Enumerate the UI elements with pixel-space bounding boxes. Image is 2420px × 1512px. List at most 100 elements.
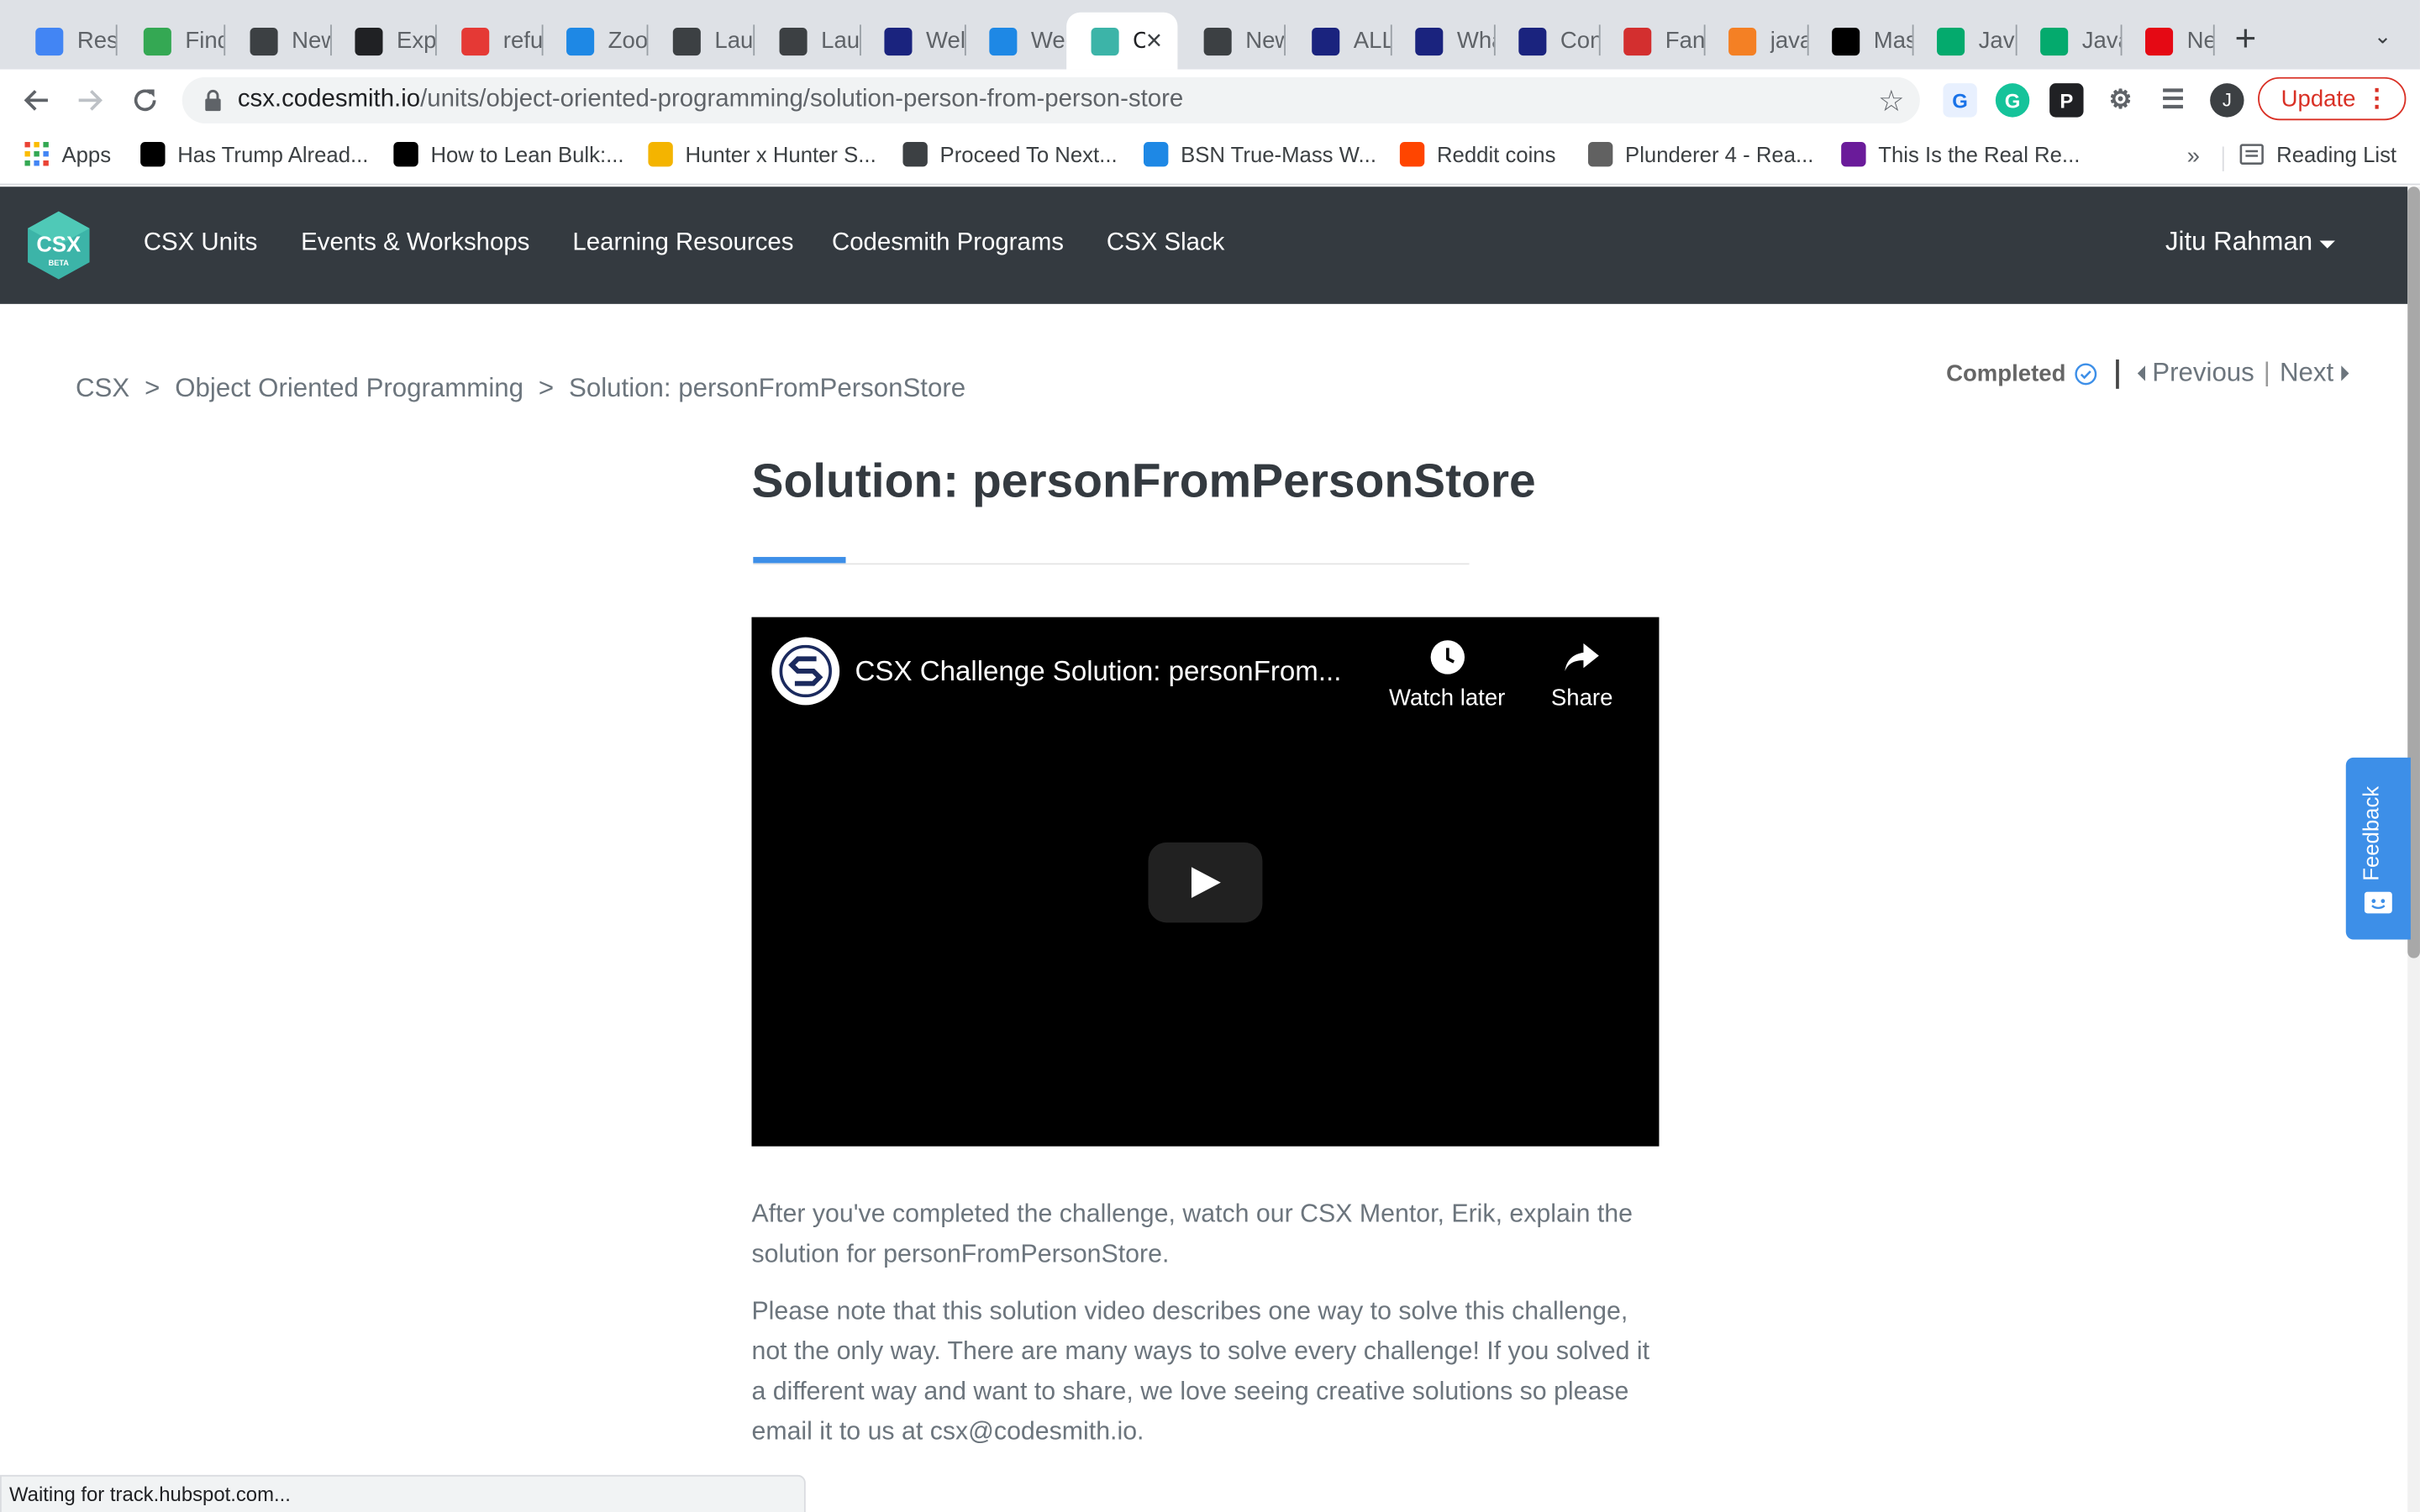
close-tab-icon[interactable]: ×	[1146, 24, 1162, 57]
chart-icon	[884, 27, 913, 55]
translate-extension-icon[interactable]: G	[1943, 83, 1977, 118]
bookmark-item[interactable]: This Is the Real Re...	[1841, 141, 2080, 167]
browser-tab[interactable]: Java	[2016, 13, 2121, 70]
menu-dots-icon: ⋮	[2364, 86, 2390, 113]
previous-button[interactable]: Previous	[2136, 358, 2254, 389]
browser-tab[interactable]: java	[1704, 13, 1807, 70]
bookmark-item[interactable]: How to Lean Bulk:...	[393, 141, 624, 167]
w3-icon	[1937, 27, 1965, 55]
bookmark-item[interactable]: Plunderer 4 - Rea...	[1587, 141, 1813, 167]
update-button[interactable]: Update ⋮	[2258, 76, 2407, 121]
browser-tab[interactable]: Laur	[648, 13, 753, 70]
extensions-puzzle-icon[interactable]: ⚙	[2103, 83, 2137, 117]
browser-tab[interactable]: Laur	[755, 13, 860, 70]
svg-text:CSX: CSX	[36, 233, 81, 256]
nav-events-workshops[interactable]: Events & Workshops	[301, 230, 529, 258]
browser-tab[interactable]: New	[1179, 13, 1284, 70]
nav-separator: |	[2263, 358, 2270, 388]
anime-icon	[1587, 141, 1613, 167]
svg-text:BETA: BETA	[49, 259, 70, 267]
chrome-icon	[250, 27, 278, 55]
caret-left-icon	[2136, 365, 2145, 381]
site-navbar: CSX BETA CSX Units Events & Workshops Le…	[0, 186, 2408, 304]
tab-label: refu	[502, 28, 542, 55]
new-tab-button[interactable]: +	[2235, 19, 2257, 60]
video-embed[interactable]: CSX Challenge Solution: personFrom... Wa…	[751, 617, 1660, 1147]
forward-button[interactable]	[68, 79, 111, 122]
back-button[interactable]	[15, 79, 58, 122]
completed-label: Completed	[1946, 360, 2066, 387]
update-label: Update	[2281, 85, 2356, 113]
h-icon	[140, 141, 166, 167]
nav-csx-units[interactable]: CSX Units	[144, 230, 258, 258]
nav-codesmith-programs[interactable]: Codesmith Programs	[832, 230, 1064, 258]
browser-tab[interactable]: Net	[2121, 13, 2213, 70]
nav-learning-resources[interactable]: Learning Resources	[572, 230, 793, 258]
globe-icon	[779, 27, 808, 55]
browser-tab[interactable]: Wha	[1391, 13, 1494, 70]
browser-tab[interactable]: Java	[1912, 13, 2016, 70]
title-underline	[753, 563, 1470, 565]
csx-logo[interactable]: CSX BETA	[22, 208, 96, 282]
reading-list-icon	[2239, 144, 2264, 165]
browser-tab[interactable]: refu	[437, 13, 542, 70]
address-bar[interactable]: csx.codesmith.io/units/object-oriented-p…	[182, 76, 1920, 123]
browser-tab[interactable]: Con	[1494, 13, 1599, 70]
browser-tab[interactable]: Fan	[1599, 13, 1704, 70]
breadcrumb: CSX > Object Oriented Programming > Solu…	[76, 373, 973, 404]
reading-list-label: Reading List	[2276, 141, 2397, 167]
media-controls-icon[interactable]: ☰	[2156, 83, 2190, 117]
watch-later-button[interactable]: Watch later	[1389, 638, 1505, 711]
share-button[interactable]: Share	[1550, 638, 1613, 711]
grammarly-extension-icon[interactable]: G	[1995, 83, 2030, 118]
breadcrumb-unit[interactable]: Object Oriented Programming	[175, 373, 523, 402]
share-label: Share	[1550, 685, 1613, 711]
p-extension-icon[interactable]: P	[2049, 83, 2084, 118]
tab-label: Wee	[1030, 28, 1066, 55]
user-menu[interactable]: Jitu Rahman	[2165, 227, 2312, 258]
tp-icon	[461, 27, 490, 55]
browser-tab[interactable]: New	[225, 13, 330, 70]
bookmark-item[interactable]: Proceed To Next...	[902, 141, 1118, 167]
tab-label: ALL	[1353, 28, 1391, 55]
browser-tab[interactable]: Zoo	[542, 13, 647, 70]
browser-tab[interactable]: Expe	[330, 13, 435, 70]
channel-avatar[interactable]	[771, 637, 840, 706]
browser-tab[interactable]: Wee	[965, 13, 1066, 70]
browser-tab[interactable]: ALL	[1287, 13, 1391, 70]
breadcrumb-current: Solution: personFromPersonStore	[569, 373, 966, 403]
browser-tab[interactable]: Resu	[11, 13, 116, 70]
video-title[interactable]: CSX Challenge Solution: personFrom...	[855, 656, 1342, 689]
reload-button[interactable]	[124, 79, 166, 122]
browser-tab[interactable]: Find	[118, 13, 224, 70]
profile-avatar[interactable]: J	[2210, 83, 2244, 118]
bookmark-label: Hunter x Hunter S...	[685, 141, 876, 167]
nav-csx-slack[interactable]: CSX Slack	[1107, 230, 1224, 258]
breadcrumb-csx[interactable]: CSX	[76, 373, 129, 402]
next-button[interactable]: Next	[2280, 358, 2349, 389]
tab-search-icon[interactable]: ⌄	[2374, 24, 2392, 50]
bookmark-item[interactable]: Apps	[24, 141, 111, 166]
bookmark-item[interactable]: BSN True-Mass W...	[1143, 141, 1376, 167]
reading-list-button[interactable]: Reading List	[2239, 142, 2396, 166]
bookmark-item[interactable]: Has Trump Alread...	[140, 141, 368, 167]
bookmark-item[interactable]: Hunter x Hunter S...	[648, 141, 876, 167]
feedback-tab[interactable]: Feedback	[2345, 757, 2411, 940]
play-button[interactable]	[1148, 842, 1263, 923]
tab-label: Java	[1978, 28, 2016, 55]
more-bookmarks-icon[interactable]: »	[2187, 144, 2200, 170]
tab-label: New	[1245, 28, 1284, 55]
breadcrumb-separator: >	[145, 373, 160, 403]
browser-tab[interactable]: Mas	[1807, 13, 1912, 70]
tab-label: Wha	[1456, 28, 1494, 55]
globe-icon	[672, 27, 701, 55]
title-accent-bar	[753, 557, 846, 564]
caret-down-icon[interactable]	[2319, 240, 2335, 249]
back-arrow-icon	[24, 90, 48, 111]
bookmark-item[interactable]: Reddit coins	[1399, 141, 1555, 167]
bookmark-star-icon[interactable]: ☆	[1878, 85, 1904, 120]
tab-label: Laur	[714, 28, 754, 55]
browser-tab[interactable]: C×	[1066, 12, 1178, 70]
reload-icon	[134, 89, 156, 112]
browser-tab[interactable]: Wel	[860, 13, 965, 70]
